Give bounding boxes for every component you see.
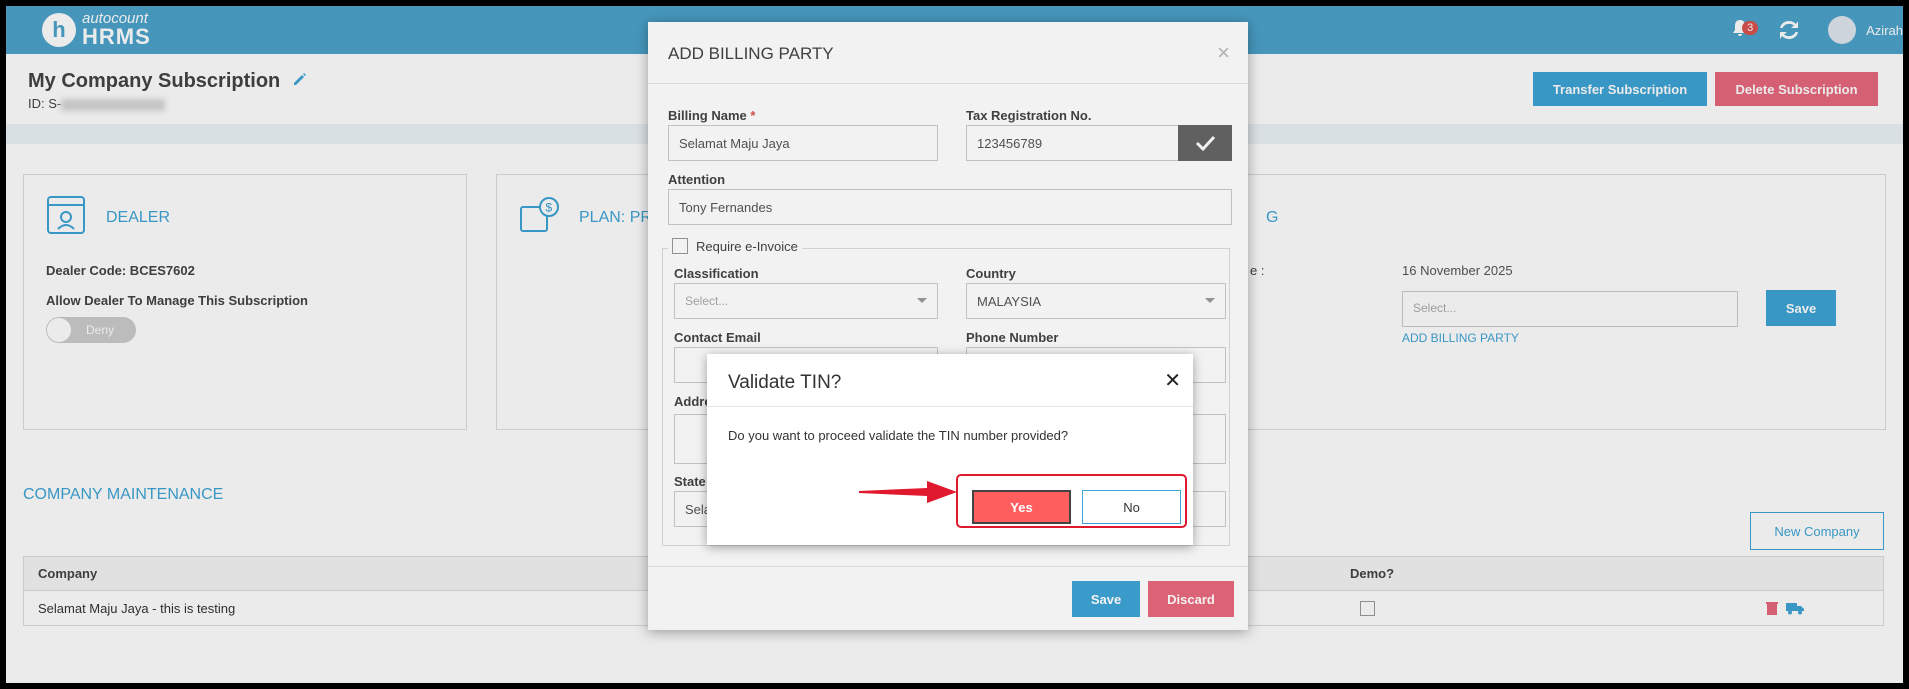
- dialog-title: Validate TIN?: [728, 372, 842, 393]
- annotation-arrow-icon: [859, 481, 957, 503]
- yes-button[interactable]: Yes: [972, 490, 1071, 524]
- close-icon[interactable]: ✕: [1164, 368, 1181, 393]
- no-button[interactable]: No: [1082, 490, 1181, 524]
- validate-tin-dialog: Validate TIN? ✕ Do you want to proceed v…: [707, 354, 1193, 545]
- dialog-message: Do you want to proceed validate the TIN …: [728, 428, 1069, 443]
